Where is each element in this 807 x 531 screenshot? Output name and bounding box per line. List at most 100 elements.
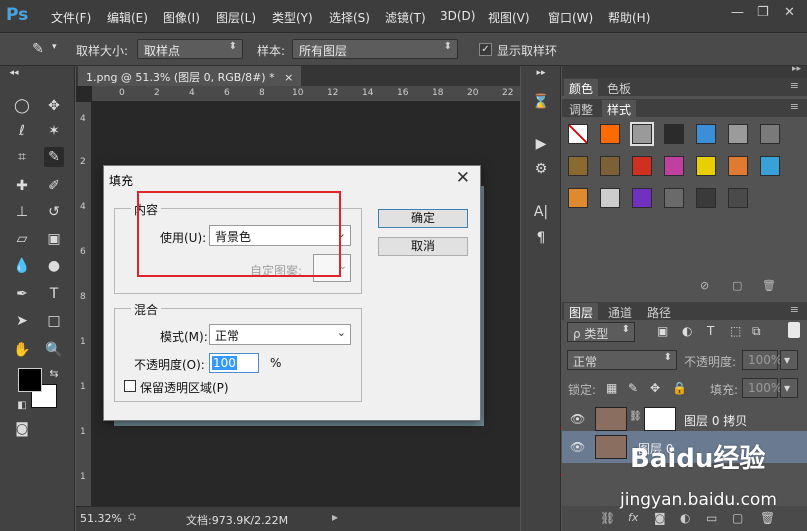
style-swatch[interactable] bbox=[600, 124, 620, 144]
delete-layer-icon[interactable]: 🗑 bbox=[760, 511, 775, 525]
lock-position-icon[interactable]: ✥ bbox=[650, 381, 660, 395]
menu-edit[interactable]: 编辑(E) bbox=[107, 9, 148, 26]
document-tab[interactable]: 1.png @ 51.3% (图层 0, RGB/8#) * × bbox=[78, 66, 302, 86]
panel-menu-icon[interactable]: ≡ bbox=[790, 100, 799, 113]
style-swatch[interactable] bbox=[728, 124, 748, 144]
sample-select[interactable]: 所有图层 ⬍ bbox=[292, 39, 458, 59]
style-swatch[interactable] bbox=[728, 188, 748, 208]
quick-mask-icon[interactable]: ◙ bbox=[12, 419, 32, 439]
menu-layer[interactable]: 图层(L) bbox=[216, 9, 256, 26]
menu-help[interactable]: 帮助(H) bbox=[608, 9, 650, 26]
menu-filter[interactable]: 滤镜(T) bbox=[385, 9, 426, 26]
delete-style-icon[interactable]: 🗑 bbox=[762, 279, 776, 292]
path-selection-tool-icon[interactable]: ➤ bbox=[12, 311, 32, 331]
menu-window[interactable]: 窗口(W) bbox=[548, 9, 593, 26]
close-window-button[interactable]: ✕ bbox=[784, 5, 795, 20]
history-brush-tool-icon[interactable]: ↺ bbox=[44, 202, 64, 222]
hand-tool-icon[interactable]: ✋ bbox=[12, 340, 32, 360]
tab-adjustments[interactable]: 调整 bbox=[564, 100, 598, 119]
filter-image-icon[interactable]: ▣ bbox=[657, 324, 668, 338]
style-swatch[interactable] bbox=[568, 156, 588, 176]
menu-image[interactable]: 图像(I) bbox=[163, 9, 200, 26]
filter-type-icon[interactable]: T bbox=[707, 324, 714, 338]
style-swatch[interactable] bbox=[760, 156, 780, 176]
visibility-eye-icon[interactable]: 👁 bbox=[570, 440, 585, 454]
pen-tool-icon[interactable]: ✒ bbox=[12, 284, 32, 304]
style-swatch[interactable] bbox=[696, 156, 716, 176]
dialog-close-icon[interactable]: ✕ bbox=[456, 168, 470, 188]
magic-wand-tool-icon[interactable]: ✶ bbox=[44, 121, 64, 141]
show-ring-checkbox[interactable]: ✓ bbox=[479, 43, 492, 56]
restore-button[interactable]: ❐ bbox=[757, 5, 769, 20]
clone-stamp-tool-icon[interactable]: ⊥ bbox=[12, 202, 32, 222]
paragraph-icon[interactable]: ¶ bbox=[531, 228, 551, 248]
style-swatch[interactable] bbox=[600, 156, 620, 176]
collapse-arrows-icon[interactable]: ◂◂ bbox=[4, 66, 24, 80]
style-swatch[interactable] bbox=[696, 188, 716, 208]
healing-brush-tool-icon[interactable]: ✚ bbox=[12, 176, 32, 196]
character-icon[interactable]: A| bbox=[531, 202, 551, 222]
style-swatch[interactable] bbox=[728, 156, 748, 176]
lock-all-icon[interactable]: 🔒 bbox=[672, 381, 687, 395]
panel-menu-icon[interactable]: ≡ bbox=[790, 303, 799, 316]
style-swatch[interactable] bbox=[696, 124, 716, 144]
style-swatch[interactable] bbox=[632, 188, 652, 208]
lock-transparent-icon[interactable]: ▦ bbox=[606, 381, 617, 395]
menu-select[interactable]: 选择(S) bbox=[329, 9, 370, 26]
style-swatch-none[interactable] bbox=[568, 124, 588, 144]
tab-styles[interactable]: 样式 bbox=[602, 100, 637, 119]
sample-size-select[interactable]: 取样点 ⬍ bbox=[137, 39, 243, 59]
new-layer-icon[interactable]: ▢ bbox=[732, 511, 743, 525]
history-icon[interactable]: ⌛ bbox=[531, 92, 551, 112]
filter-shape-icon[interactable]: ⬚ bbox=[730, 324, 741, 338]
style-swatch[interactable] bbox=[760, 124, 780, 144]
layer-mask-thumbnail[interactable] bbox=[644, 407, 676, 431]
style-swatch[interactable] bbox=[600, 188, 620, 208]
filter-adjust-icon[interactable]: ◐ bbox=[682, 324, 692, 338]
preset-dropdown-arrow-icon[interactable]: ▾ bbox=[52, 42, 57, 52]
layer-opacity-arrow[interactable]: ▾ bbox=[780, 350, 798, 370]
gradient-tool-icon[interactable]: ▣ bbox=[44, 229, 64, 249]
ok-button[interactable]: 确定 bbox=[378, 209, 468, 228]
menu-3d[interactable]: 3D(D) bbox=[440, 9, 475, 23]
tab-channels[interactable]: 通道 bbox=[603, 303, 637, 322]
new-group-icon[interactable]: ▭ bbox=[706, 511, 717, 525]
zoom-tool-icon[interactable]: 🔍 bbox=[44, 340, 64, 360]
panel-menu-icon[interactable]: ≡ bbox=[790, 79, 799, 92]
style-swatch[interactable] bbox=[630, 122, 654, 146]
status-arrow-icon[interactable]: ▸ bbox=[332, 510, 338, 524]
eyedropper-preset-icon[interactable]: ✎ bbox=[28, 39, 48, 59]
adjustment-layer-icon[interactable]: ◐ bbox=[680, 511, 690, 525]
mode-select[interactable]: 正常 ⌄ bbox=[209, 324, 351, 345]
collapse-arrows-icon[interactable]: ▸▸ bbox=[792, 64, 801, 74]
link-layers-icon[interactable]: ⛓ bbox=[600, 511, 615, 525]
clear-style-icon[interactable]: ⊘ bbox=[700, 279, 709, 292]
crop-tool-icon[interactable]: ⌗ bbox=[12, 147, 32, 167]
style-swatch[interactable] bbox=[664, 124, 684, 144]
blur-tool-icon[interactable]: 💧 bbox=[12, 256, 32, 276]
new-style-icon[interactable]: ▢ bbox=[732, 279, 742, 292]
tab-swatches[interactable]: 色板 bbox=[602, 79, 636, 98]
marquee-tool-icon[interactable]: ◯ bbox=[12, 96, 32, 116]
filter-smart-icon[interactable]: ⧉ bbox=[752, 324, 761, 339]
tab-color[interactable]: 颜色 bbox=[564, 79, 599, 98]
filter-toggle[interactable] bbox=[788, 322, 800, 338]
visibility-eye-icon[interactable]: 👁 bbox=[570, 412, 585, 426]
opacity-input[interactable]: 100 bbox=[209, 353, 259, 373]
minimize-button[interactable]: — bbox=[731, 5, 744, 20]
properties-icon[interactable]: ⚙ bbox=[531, 159, 551, 179]
tab-layers[interactable]: 图层 bbox=[564, 303, 599, 322]
menu-view[interactable]: 视图(V) bbox=[488, 9, 530, 26]
style-swatch[interactable] bbox=[568, 188, 588, 208]
close-tab-icon[interactable]: × bbox=[284, 71, 293, 84]
blend-mode-select[interactable]: 正常 ⬍ bbox=[567, 350, 677, 370]
swap-colors-icon[interactable]: ⇆ bbox=[44, 364, 64, 384]
tab-paths[interactable]: 路径 bbox=[642, 303, 676, 322]
eraser-tool-icon[interactable]: ▱ bbox=[12, 229, 32, 249]
layer-opacity-input[interactable]: 100% bbox=[742, 350, 782, 370]
menu-type[interactable]: 类型(Y) bbox=[272, 9, 313, 26]
collapse-arrows-icon[interactable]: ▸▸ bbox=[531, 66, 551, 80]
fill-arrow[interactable]: ▾ bbox=[780, 378, 798, 398]
fx-icon[interactable]: fx bbox=[628, 511, 638, 524]
brush-tool-icon[interactable]: ✐ bbox=[44, 176, 64, 196]
